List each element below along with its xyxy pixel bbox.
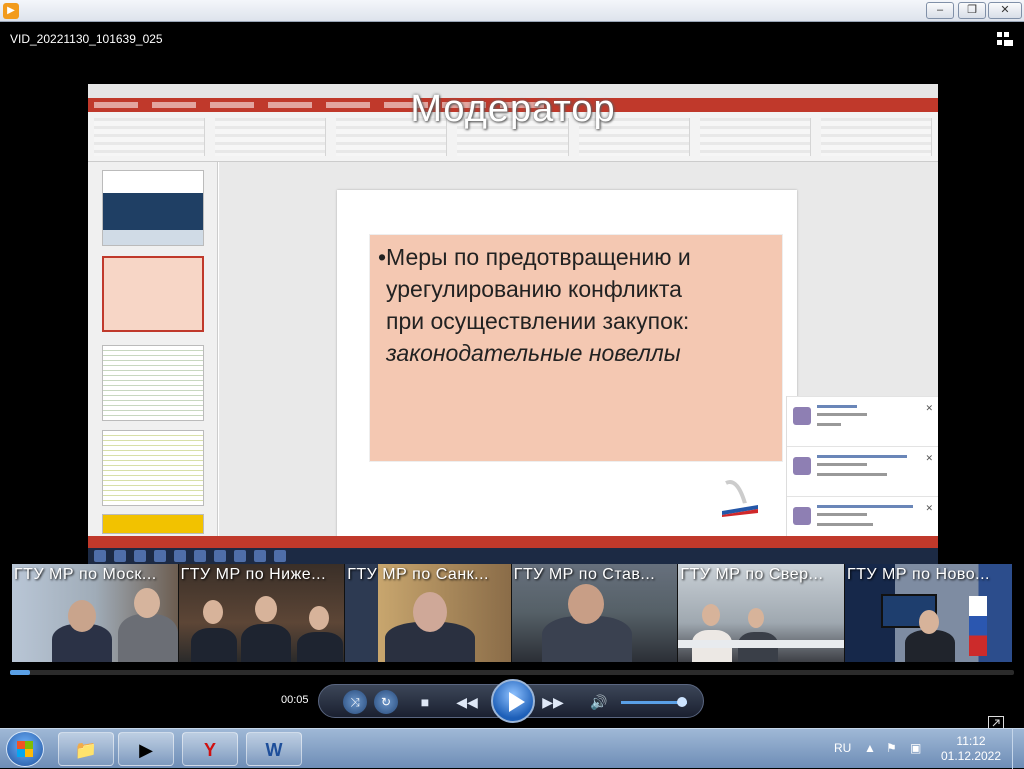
user-avatar-icon (793, 507, 811, 525)
close-button[interactable]: ✕ (988, 2, 1022, 19)
repeat-icon[interactable]: ↻ (374, 690, 398, 714)
participant-tile[interactable]: ГТУ МР по Моск... (12, 564, 179, 662)
chat-notifications: ✕ ✕ ✕ (786, 396, 938, 544)
slide-thumbnail (102, 430, 204, 506)
chat-notification[interactable]: ✕ (787, 396, 938, 442)
video-frame[interactable]: Модератор •Меры по предотвращению и урег… (88, 84, 938, 564)
tray-expand-icon[interactable]: ▲ (864, 741, 876, 755)
remote-taskbar (88, 548, 938, 564)
chat-notification[interactable]: ✕ (787, 446, 938, 492)
close-icon[interactable]: ✕ (925, 403, 933, 414)
slide-line: урегулированию конфликта (386, 276, 682, 302)
minimize-button[interactable]: – (926, 2, 954, 19)
media-player-icon[interactable]: ▶ (118, 732, 174, 766)
moderator-overlay: Модератор (410, 88, 616, 130)
stop-icon[interactable]: ■ (411, 691, 439, 713)
word-icon[interactable]: W (246, 732, 302, 766)
participant-label: ГТУ МР по Ново... (846, 566, 990, 583)
participants-strip: ГТУ МР по Моск... ГТУ МР по Ниже... ГТУ … (12, 564, 1012, 662)
next-icon[interactable]: ▶▶ (539, 691, 567, 713)
shuffle-icon[interactable]: ⤨ (343, 690, 367, 714)
slide-line: •Меры по предотвращению и (378, 244, 691, 270)
seek-progress (10, 670, 31, 675)
user-avatar-icon (793, 457, 811, 475)
yandex-browser-icon[interactable]: Y (182, 732, 238, 766)
clock-date: 01.12.2022 (940, 749, 1002, 763)
network-icon[interactable]: ▣ (910, 741, 921, 755)
show-desktop-button[interactable] (1012, 729, 1024, 769)
clock-time: 11:12 (956, 734, 986, 748)
slide-line: при осуществлении закупок: (386, 308, 690, 334)
participant-label: ГТУ МР по Санк... (347, 566, 489, 583)
windows-taskbar: 📁 ▶ Y W RU ▲ ⚑ ▣ 11:12 01.12.2022 (0, 728, 1024, 769)
seek-bar[interactable] (10, 670, 1014, 675)
close-icon[interactable]: ✕ (925, 453, 933, 464)
media-player: VID_20221130_101639_025 Модератор •Меры … (0, 22, 1024, 730)
switch-to-library-icon[interactable] (996, 31, 1014, 47)
maximize-button[interactable]: ❐ (958, 2, 986, 19)
start-button[interactable] (6, 731, 44, 767)
play-icon: ▶ (3, 3, 19, 19)
slide-line: законодательные новеллы (386, 340, 681, 366)
playback-controls: ⤨ ↻ ■ ◀◀ ▶▶ 🔊 (318, 679, 704, 723)
window-titlebar: ▶ – ❐ ✕ (0, 0, 1024, 22)
volume-icon[interactable]: 🔊 (585, 691, 613, 713)
flag-logo-icon (722, 480, 758, 517)
participant-label: ГТУ МР по Свер... (680, 566, 824, 583)
powerpoint-statusbar (88, 536, 938, 548)
participant-label: ГТУ МР по Став... (513, 566, 656, 583)
participant-tile[interactable]: ГТУ МР по Ниже... (178, 564, 346, 662)
flag-icon[interactable]: ⚑ (886, 741, 897, 755)
file-title: VID_20221130_101639_025 (10, 32, 163, 46)
participant-tile[interactable]: ГТУ МР по Санк... (345, 564, 512, 662)
participant-tile[interactable]: ГТУ МР по Ново... (844, 564, 1012, 662)
file-explorer-icon[interactable]: 📁 (58, 732, 114, 766)
slide-thumbnail (102, 345, 204, 421)
volume-knob[interactable] (677, 697, 687, 707)
participant-label: ГТУ МР по Моск... (14, 566, 157, 583)
participant-tile[interactable]: ГТУ МР по Свер... (678, 564, 845, 662)
elapsed-time: 00:05 (281, 694, 309, 706)
slide-text-box: •Меры по предотвращению и урегулированию… (369, 234, 783, 517)
slide-thumbnail-selected (102, 256, 204, 332)
participant-tile[interactable]: ГТУ МР по Став... (511, 564, 679, 662)
user-avatar-icon (793, 407, 811, 425)
participant-label: ГТУ МР по Ниже... (180, 566, 327, 583)
play-icon[interactable] (491, 679, 535, 723)
clock[interactable]: 11:12 01.12.2022 (940, 734, 1002, 764)
current-slide: •Меры по предотвращению и урегулированию… (337, 190, 797, 548)
slide-thumbnail (102, 170, 204, 246)
slide-thumbnails (88, 162, 218, 536)
previous-icon[interactable]: ◀◀ (453, 691, 481, 713)
close-icon[interactable]: ✕ (925, 503, 933, 514)
language-indicator[interactable]: RU (834, 741, 851, 755)
slide-thumbnail (102, 514, 204, 534)
